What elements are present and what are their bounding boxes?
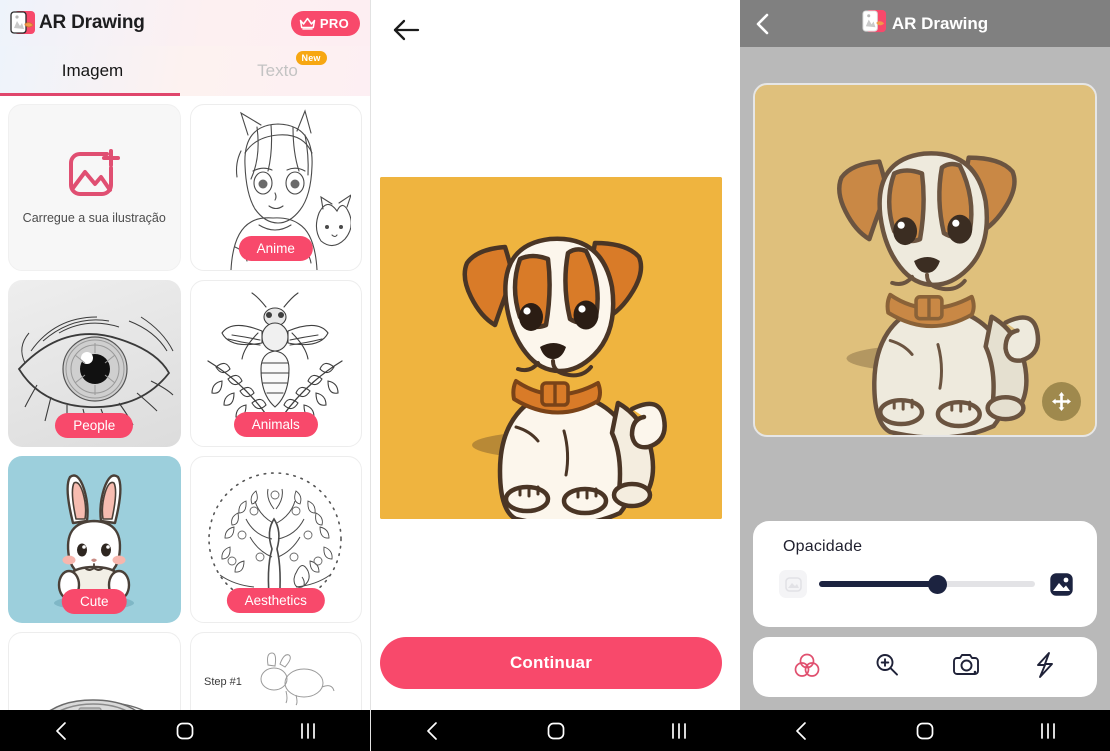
android-recents-icon — [301, 722, 316, 739]
continue-button[interactable]: Continuar — [380, 637, 722, 689]
selected-image-preview[interactable] — [380, 177, 722, 519]
zoom-in-icon[interactable] — [873, 651, 901, 684]
ar-drawing-app-logo — [10, 10, 36, 36]
add-image-icon — [69, 149, 121, 197]
category-card-cute[interactable]: Cute — [8, 456, 181, 623]
three-panel-screenshot: AR Drawing PRO Imagem Texto New Carregue… — [0, 0, 1110, 751]
slider-thumb[interactable] — [927, 574, 947, 594]
ar-drawing-app-logo — [862, 9, 887, 39]
template-grid: Carregue a sua ilustração Anime People A… — [0, 96, 370, 751]
move-arrows-icon — [1052, 392, 1071, 411]
camera-icon[interactable] — [952, 652, 981, 683]
image-solid-icon[interactable] — [1047, 570, 1075, 598]
opacity-panel: Opacidade — [753, 521, 1097, 627]
image-faded-icon[interactable] — [779, 570, 807, 598]
crown-icon — [299, 17, 316, 30]
svg-text:Step #1: Step #1 — [204, 676, 242, 688]
tab-imagem-label: Imagem — [61, 61, 124, 80]
continue-label: Continuar — [509, 653, 593, 672]
android-navbar-panel2 — [371, 710, 740, 751]
chevron-left-icon[interactable] — [754, 12, 772, 36]
slider-fill — [819, 581, 938, 587]
ar-header: AR Drawing — [740, 0, 1110, 47]
app-header: AR Drawing PRO — [0, 0, 370, 46]
tab-bar: Imagem Texto New — [0, 46, 370, 96]
android-navbar-panel1 — [0, 710, 370, 751]
category-card-anime[interactable]: Anime — [189, 104, 362, 271]
color-filter-icon[interactable] — [792, 651, 822, 684]
category-card-aesthetics[interactable]: Aesthetics — [189, 456, 362, 623]
category-card-animals[interactable]: Animals — [189, 280, 362, 447]
upload-illustration-card[interactable]: Carregue a sua ilustração — [8, 104, 181, 271]
tab-imagem[interactable]: Imagem — [0, 46, 185, 96]
opacity-title: Opacidade — [783, 538, 863, 555]
android-recents-icon — [671, 722, 686, 739]
category-chip-aesthetics[interactable]: Aesthetics — [226, 588, 325, 613]
category-chip-cute[interactable]: Cute — [61, 589, 127, 614]
category-chip-anime[interactable]: Anime — [238, 236, 313, 261]
back-arrow-icon[interactable] — [391, 17, 421, 43]
opacity-slider[interactable] — [819, 574, 1035, 594]
ar-title: AR Drawing — [891, 13, 989, 33]
pro-badge[interactable]: PRO — [290, 10, 360, 36]
ar-overlay-preview[interactable] — [753, 83, 1097, 437]
jack-russell-terrier-illustration — [755, 92, 1095, 435]
ar-tool-bar — [753, 637, 1097, 697]
upload-label: Carregue a sua ilustração — [22, 211, 166, 226]
move-handle[interactable] — [1042, 382, 1081, 421]
android-navbar-panel3 — [740, 710, 1110, 751]
panel-gallery: AR Drawing PRO Imagem Texto New Carregue… — [0, 0, 370, 751]
android-home-icon — [916, 722, 934, 739]
panel-preview: Continuar — [370, 0, 740, 751]
preview-topbar — [371, 0, 740, 60]
android-back-icon — [55, 721, 66, 740]
flash-icon[interactable] — [1032, 651, 1058, 684]
app-title: AR Drawing — [39, 12, 145, 33]
android-recents-icon — [1041, 722, 1056, 739]
category-chip-people[interactable]: People — [55, 413, 134, 438]
new-badge: New — [295, 51, 327, 65]
android-home-icon — [176, 722, 194, 739]
tab-active-underline — [0, 93, 180, 96]
pro-label: PRO — [319, 15, 349, 31]
android-back-icon — [795, 721, 806, 740]
android-home-icon — [547, 722, 564, 739]
category-chip-animals[interactable]: Animals — [233, 412, 318, 437]
category-card-people[interactable]: People — [8, 280, 181, 447]
android-back-icon — [426, 721, 437, 740]
tab-texto[interactable]: Texto New — [185, 46, 370, 96]
tab-texto-label: Texto — [257, 61, 298, 80]
jack-russell-terrier-illustration — [380, 177, 722, 519]
panel-ar-view: AR Drawing Opacidade — [740, 0, 1110, 751]
